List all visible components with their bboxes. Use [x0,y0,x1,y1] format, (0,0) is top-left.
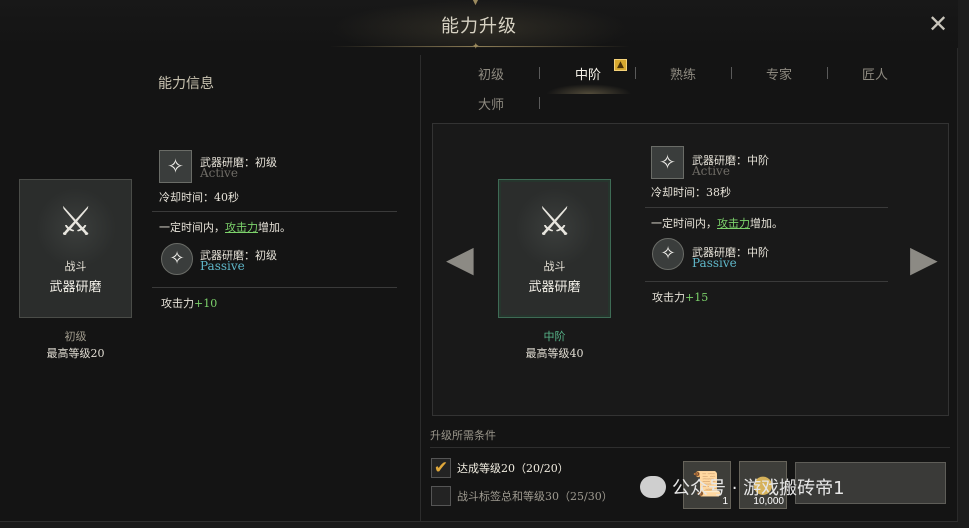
current-level: 初级 [64,330,87,343]
effect-prefix: 一定时间内， [159,221,225,234]
passive-skill-type: Passive [692,256,737,270]
ornament-icon: ▼ [472,0,479,7]
cooldown-text: 冷却时间：40秒 [159,191,239,204]
preview-level: 中阶 [543,330,566,343]
stat-value: +15 [685,291,709,304]
separator [152,211,397,212]
wechat-icon [640,476,666,498]
preview-skill-card: ⚔ 战斗 武器研磨 [498,179,611,318]
separator [645,207,888,208]
tab-separator [539,67,540,79]
active-skill-type: Active [692,164,730,178]
close-icon[interactable]: ✕ [926,12,950,36]
active-skill-icon: ✧ [159,150,192,183]
passive-skill-icon: ✧ [161,243,193,275]
upgrade-arrow-icon: ▲ [614,59,627,71]
panel-divider [420,55,421,525]
requirements-title: 升级所需条件 [430,429,496,442]
preview-max-level: 最高等级40 [525,347,584,360]
separator [645,281,888,282]
active-skill-type: Active [200,166,238,180]
tab-expert[interactable]: 专家 [766,64,792,83]
stat-line: 攻击力+15 [652,289,708,305]
tab-highlight [546,84,632,94]
passive-skill-icon: ✧ [652,238,684,270]
skill-category: 战斗 [543,260,566,273]
effect-link[interactable]: 攻击力 [225,221,258,234]
effect-text: 一定时间内，攻击力增加。 [159,219,291,235]
stat-label: 攻击力 [652,291,685,304]
stat-line: 攻击力+10 [161,295,217,311]
cooldown-text: 冷却时间：38秒 [651,186,731,199]
current-skill-card: ⚔ 战斗 武器研磨 [19,179,132,318]
separator [152,287,397,288]
bottom-bar [0,521,958,528]
effect-suffix: 增加。 [258,221,291,234]
stat-label: 攻击力 [161,297,194,310]
requirement-checkbox-unchecked [431,486,451,506]
tab-master[interactable]: 大师 [478,94,504,113]
skill-category: 战斗 [64,260,87,273]
tab-artisan[interactable]: 匠人 [862,64,888,83]
active-skill-icon: ✧ [651,146,684,179]
passive-skill-type: Passive [200,259,245,273]
tab-separator [827,67,828,79]
effect-text: 一定时间内，攻击力增加。 [651,215,783,231]
watermark: 公众号 · 游戏搬砖帝1 [640,474,845,500]
ornament-icon: ✦ [472,42,480,52]
requirement-checkbox-checked: ✔ [431,458,451,478]
next-arrow-icon[interactable]: ▶ [910,242,938,278]
watermark-text: 公众号 · 游戏搬砖帝1 [672,478,845,499]
separator [430,447,950,448]
header: ▼ 能力升级 ✦ ✕ [0,0,958,52]
title-underline [330,46,630,47]
requirement-level: 达成等级20（20/20） [457,462,569,475]
tab-intermediate[interactable]: 中阶 [575,64,601,83]
sword-icon: ⚔ [536,199,573,245]
tab-separator [635,67,636,79]
section-title: 能力信息 [158,76,214,92]
requirement-tag-level: 战斗标签总和等级30（25/30） [457,490,613,503]
effect-prefix: 一定时间内， [651,217,717,230]
skill-name: 武器研磨 [49,280,102,295]
window-title: 能力升级 [441,16,517,37]
prev-arrow-icon[interactable]: ◀ [446,242,474,278]
background-strip [958,0,969,528]
tab-separator [731,67,732,79]
tab-beginner[interactable]: 初级 [478,64,504,83]
stat-value: +10 [194,297,218,310]
current-max-level: 最高等级20 [46,347,105,360]
skill-name: 武器研磨 [528,280,581,295]
tab-skilled[interactable]: 熟练 [670,64,696,83]
sword-icon: ⚔ [57,199,94,245]
tab-separator [539,97,540,109]
effect-suffix: 增加。 [750,217,783,230]
ability-upgrade-window: ▼ 能力升级 ✦ ✕ 能力信息 ⚔ 战斗 武器研磨 初级 最高等级20 ✧ 武器… [0,0,958,528]
effect-link[interactable]: 攻击力 [717,217,750,230]
